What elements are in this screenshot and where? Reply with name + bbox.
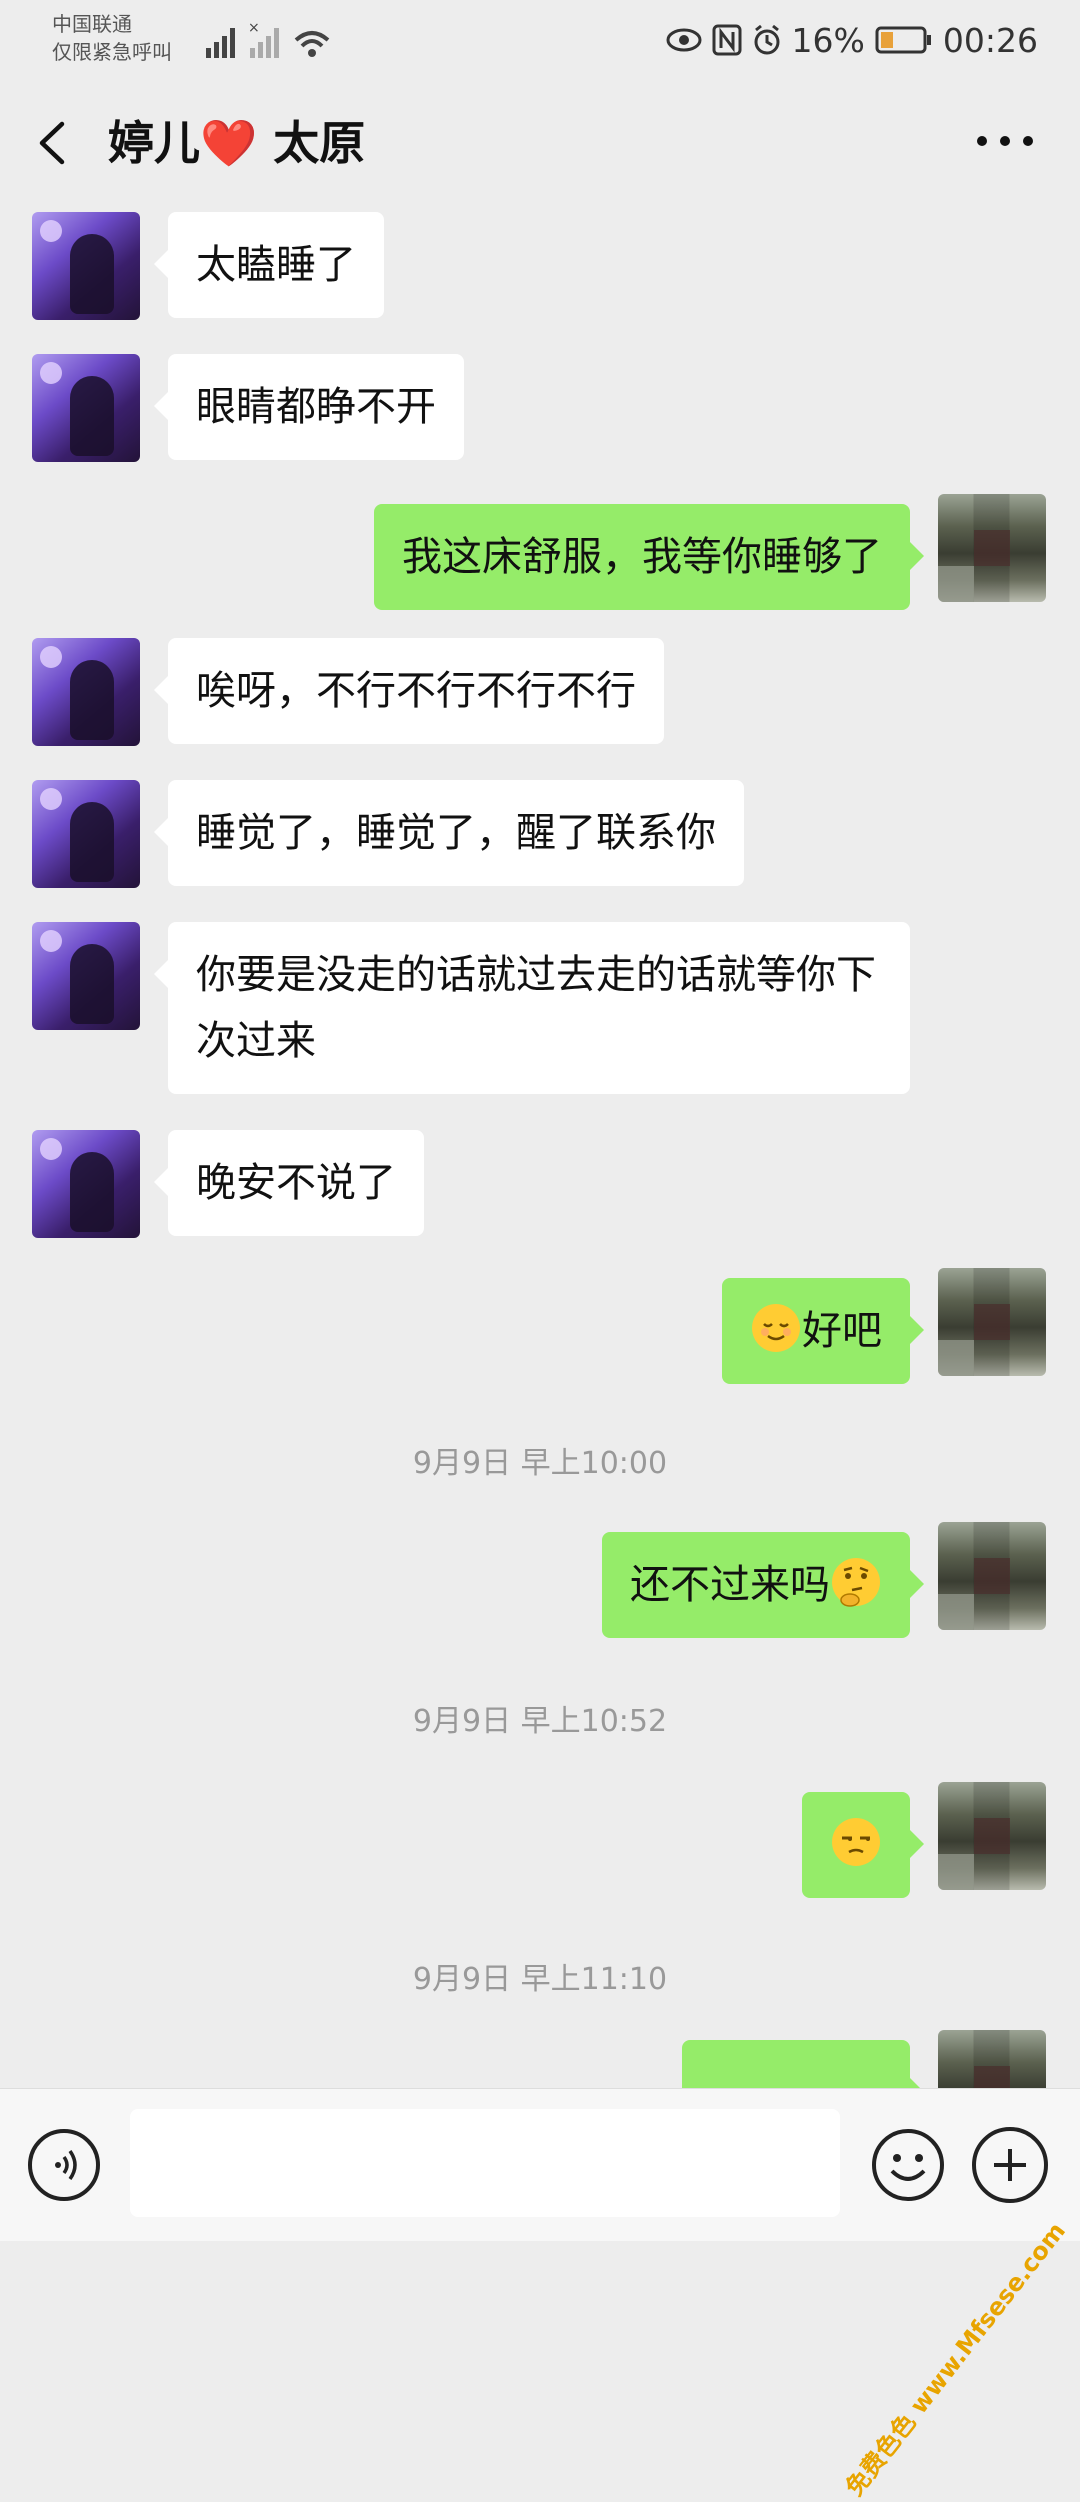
message-bubble[interactable]: 睡觉了，睡觉了，醒了联系你 [154, 780, 744, 886]
message-row: 还不过来吗 [0, 1514, 1080, 1644]
message-bubble[interactable]: 你要是没走的话就过去走的话就等你下次过来 [154, 922, 910, 1094]
message-text: 太瞌睡了 [196, 242, 356, 288]
my-avatar[interactable] [938, 1522, 1046, 1630]
watermark: 免费色色 www.Mfsese.com [840, 2217, 1072, 2502]
thinking-face-icon [832, 1558, 880, 1607]
my-avatar[interactable] [938, 494, 1046, 602]
eye-icon [666, 28, 702, 52]
contact-avatar[interactable] [32, 354, 140, 462]
chat-header: 婷儿❤️ 太原 [0, 80, 1080, 208]
message-text: 好吧 [802, 1308, 882, 1354]
svg-text:×: × [248, 20, 260, 36]
alarm-icon [754, 24, 780, 55]
my-avatar[interactable] [938, 1782, 1046, 1890]
message-row: 晚安不说了 [0, 1130, 1080, 1250]
message-input[interactable] [130, 2109, 840, 2217]
message-bubble[interactable]: 太瞌睡了 [154, 212, 384, 318]
plus-button[interactable] [972, 2127, 1048, 2203]
relieved-face-icon [752, 1304, 800, 1352]
clock: 00:26 [942, 20, 1038, 60]
message-row [0, 1774, 1080, 1904]
contact-avatar[interactable] [32, 922, 140, 1030]
message-bubble[interactable]: 我这床舒服，我等你睡够了 [374, 504, 924, 610]
battery-icon [875, 26, 931, 54]
status-bar: 中国联通 仅限紧急呼叫 × 16% 00:26 [0, 0, 1080, 80]
voice-button[interactable] [28, 2129, 100, 2201]
message-bubble[interactable] [682, 2040, 924, 2088]
battery-percent: 16% [791, 20, 865, 60]
message-bubble[interactable]: 晚安不说了 [154, 1130, 424, 1236]
timestamp: 9月9日 早上10:00 [412, 1446, 668, 1481]
nfc-icon [712, 24, 742, 56]
message-text: 你要是没走的话就过去走的话就等你下次过来 [196, 952, 876, 1064]
message-text: 我这床舒服，我等你睡够了 [402, 534, 882, 580]
my-avatar[interactable] [938, 2030, 1046, 2088]
message-text: 晚安不说了 [196, 1160, 396, 1206]
input-bar: 免费色色 www.Mfsese.com [0, 2088, 1080, 2501]
chat-title: 婷儿❤️ 太原 [108, 116, 366, 170]
message-row: 唉呀，不行不行不行不行 [0, 638, 1080, 758]
message-text: 唉呀，不行不行不行不行 [196, 668, 636, 714]
emoji-icon[interactable] [870, 2127, 946, 2203]
message-row [0, 2030, 1080, 2088]
message-row: 好吧 [0, 1260, 1080, 1390]
unamused-face-icon [832, 1818, 880, 1866]
message-text: 眼睛都睁不开 [196, 384, 436, 430]
message-list[interactable]: 太瞌睡了 眼睛都睁不开 我这床舒服，我等你睡够了 唉呀，不行不行不行不行 睡觉了… [0, 208, 1080, 2088]
message-row: 我这床舒服，我等你睡够了 [0, 486, 1080, 616]
message-bubble[interactable]: 好吧 [722, 1278, 924, 1384]
carrier-info: 中国联通 仅限紧急呼叫 [52, 10, 172, 66]
message-row: 睡觉了，睡觉了，醒了联系你 [0, 780, 1080, 900]
carrier-name: 中国联通 [52, 12, 132, 36]
voice-icon [55, 2149, 77, 2181]
contact-avatar[interactable] [32, 638, 140, 746]
contact-avatar[interactable] [32, 780, 140, 888]
back-arrow-icon[interactable] [30, 118, 80, 168]
my-avatar[interactable] [938, 1268, 1046, 1376]
timestamp: 9月9日 早上10:52 [412, 1704, 668, 1739]
signal-icon: × [206, 20, 330, 58]
emergency-only: 仅限紧急呼叫 [52, 40, 172, 64]
status-right: 16% 00:26 [666, 14, 1038, 66]
message-text: 还不过来吗 [630, 1562, 830, 1608]
contact-avatar[interactable] [32, 212, 140, 320]
message-row: 太瞌睡了 [0, 212, 1080, 332]
message-text: 睡觉了，睡觉了，醒了联系你 [196, 810, 716, 856]
contact-avatar[interactable] [32, 1130, 140, 1238]
message-bubble[interactable] [802, 1792, 924, 1898]
message-bubble[interactable]: 唉呀，不行不行不行不行 [154, 638, 664, 744]
timestamp: 9月9日 早上11:10 [412, 1962, 668, 1997]
message-row: 你要是没走的话就过去走的话就等你下次过来 [0, 922, 1080, 1102]
message-bubble[interactable]: 眼睛都睁不开 [154, 354, 464, 460]
more-dots-icon[interactable] [970, 126, 1040, 156]
message-bubble[interactable]: 还不过来吗 [602, 1532, 924, 1638]
plus-icon [994, 2149, 1026, 2181]
message-row: 眼睛都睁不开 [0, 354, 1080, 474]
